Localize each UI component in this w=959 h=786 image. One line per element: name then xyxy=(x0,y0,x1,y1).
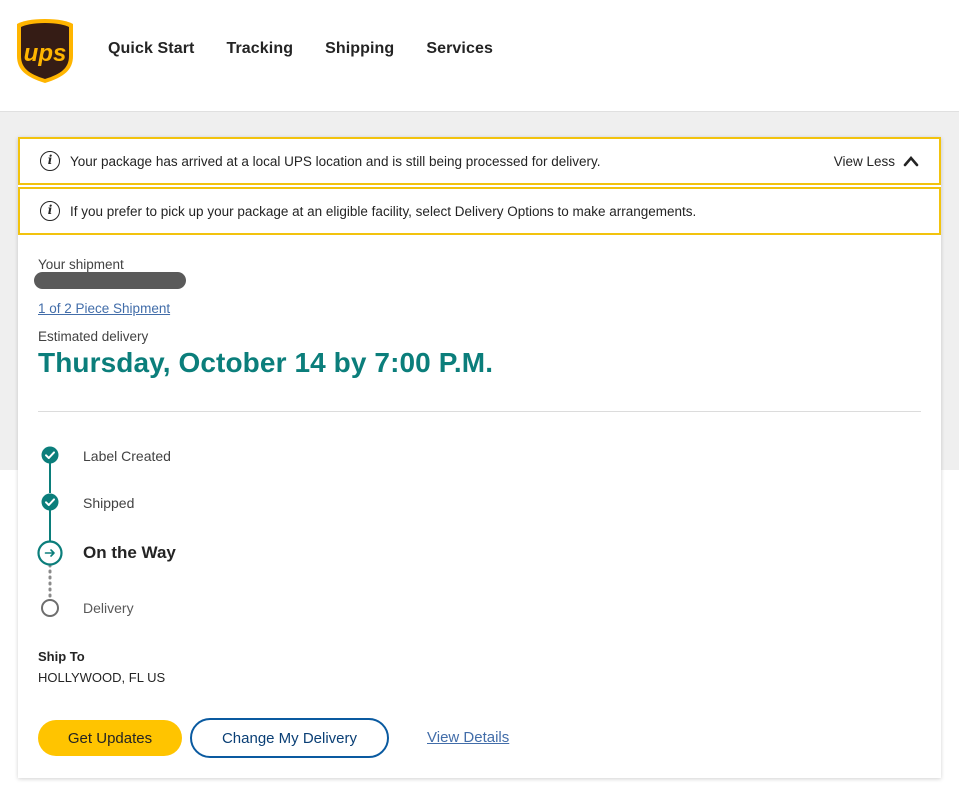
step-label-on-the-way: On the Way xyxy=(83,543,176,562)
logo-text: ups xyxy=(24,40,67,67)
nav-shipping[interactable]: Shipping xyxy=(325,40,394,58)
tracking-card: i Your package has arrived at a local UP… xyxy=(18,137,941,778)
ups-logo[interactable]: ups xyxy=(16,18,74,84)
pickup-alert-text: If you prefer to pick up your package at… xyxy=(70,203,697,219)
nav-services[interactable]: Services xyxy=(426,40,493,58)
chevron-up-icon xyxy=(903,156,919,167)
nav-tracking[interactable]: Tracking xyxy=(226,40,293,58)
ship-to-label: Ship To xyxy=(38,649,85,664)
processing-alert-text: Your package has arrived at a local UPS … xyxy=(70,153,601,169)
step-label-shipped: Shipped xyxy=(83,495,135,511)
check-circle-icon xyxy=(41,446,59,464)
pickup-alert: i If you prefer to pick up your package … xyxy=(18,187,941,235)
check-circle-icon xyxy=(41,493,59,511)
processing-alert: i Your package has arrived at a local UP… xyxy=(18,137,941,185)
change-delivery-button[interactable]: Change My Delivery xyxy=(190,718,389,758)
step-label-delivery: Delivery xyxy=(83,600,134,616)
site-header: ups Quick Start Tracking Shipping Servic… xyxy=(0,0,959,112)
empty-circle-icon xyxy=(41,599,59,617)
step-label-created: Label Created xyxy=(83,448,171,464)
view-less-toggle[interactable]: View Less xyxy=(834,154,919,169)
main-nav: Quick Start Tracking Shipping Services xyxy=(108,40,525,58)
view-details-link[interactable]: View Details xyxy=(427,729,509,746)
view-less-label: View Less xyxy=(833,153,895,169)
nav-quick-start[interactable]: Quick Start xyxy=(108,40,194,58)
get-updates-button[interactable]: Get Updates xyxy=(38,720,182,756)
ship-to-value: HOLLYWOOD, FL US xyxy=(38,670,166,685)
divider xyxy=(38,411,921,412)
arrow-circle-icon xyxy=(37,540,63,566)
estimated-delivery-date: Thursday, October 14 by 7:00 P.M. xyxy=(38,347,494,378)
